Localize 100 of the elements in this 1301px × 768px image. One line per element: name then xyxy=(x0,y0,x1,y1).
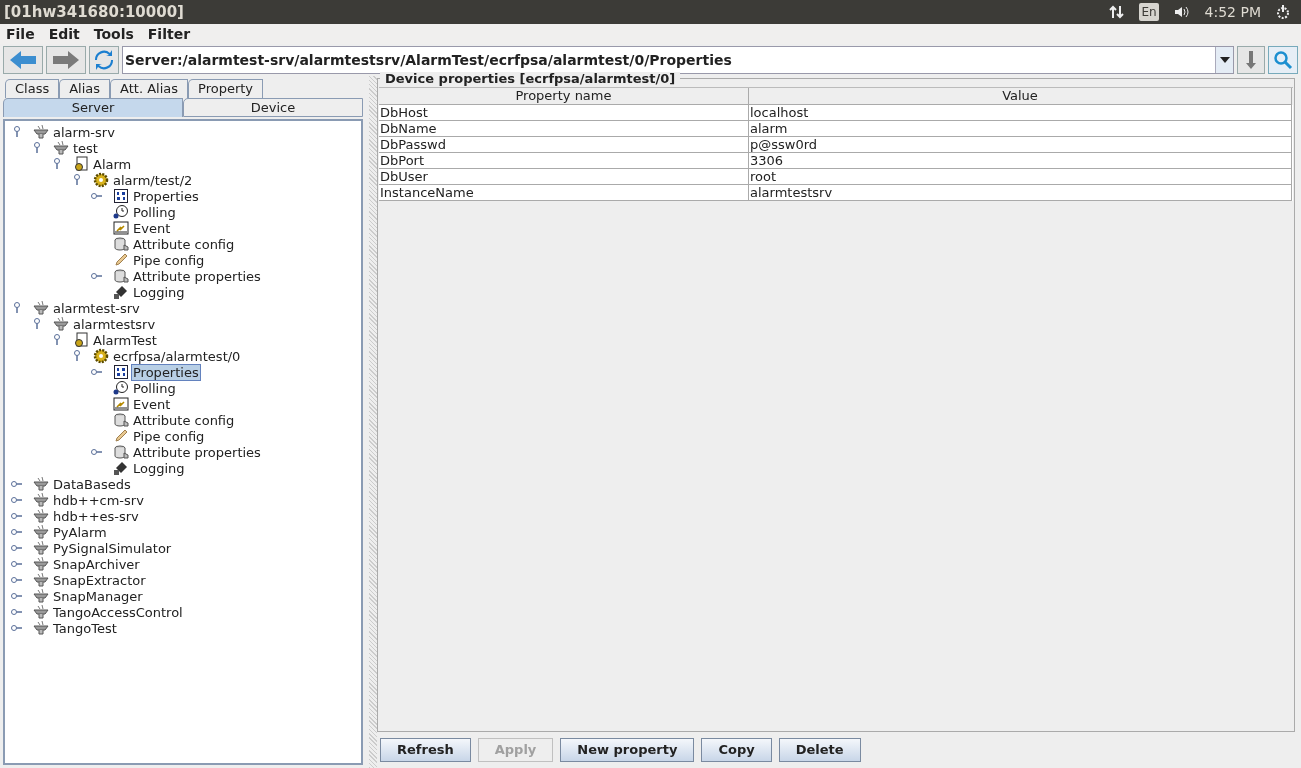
expanded-handle-icon[interactable] xyxy=(52,334,62,346)
expanded-handle-icon[interactable] xyxy=(12,302,22,314)
menu-item[interactable]: Filter xyxy=(147,23,191,45)
tree-item[interactable]: alarm/test/2 xyxy=(112,172,194,188)
server-icon xyxy=(33,540,49,556)
server-icon xyxy=(33,556,49,572)
collapsed-handle-icon[interactable] xyxy=(11,495,23,505)
collapsed-handle-icon[interactable] xyxy=(11,479,23,489)
expanded-handle-icon[interactable] xyxy=(12,126,22,138)
menu-item[interactable]: Edit xyxy=(48,23,80,45)
collapsed-handle-icon[interactable] xyxy=(91,367,103,377)
properties-icon xyxy=(113,364,129,380)
window-title: [01hw341680:10000] xyxy=(4,1,185,23)
tree-item[interactable]: SnapExtractor xyxy=(52,572,147,588)
server-icon xyxy=(53,140,69,156)
table-cell: alarmtestsrv xyxy=(749,185,1292,201)
tree-item[interactable]: DataBaseds xyxy=(52,476,132,492)
tree-item[interactable]: Attribute config xyxy=(132,236,236,252)
refresh-button[interactable] xyxy=(89,46,119,74)
document-gear-icon xyxy=(73,332,89,348)
expanded-handle-icon[interactable] xyxy=(32,318,42,330)
back-button[interactable] xyxy=(3,46,43,74)
action-button[interactable]: New property xyxy=(560,738,695,762)
action-button[interactable]: Delete xyxy=(778,738,861,762)
tree-item[interactable]: Polling xyxy=(132,380,177,396)
tree-item[interactable]: Alarm xyxy=(92,156,133,172)
tree-item[interactable]: Pipe config xyxy=(132,252,206,268)
power-icon[interactable] xyxy=(1275,4,1291,20)
keyboard-layout-indicator[interactable]: En xyxy=(1139,3,1159,21)
tab[interactable]: Class xyxy=(5,79,60,98)
action-button[interactable]: Copy xyxy=(701,738,772,762)
column-header[interactable]: Value xyxy=(749,88,1292,105)
tree-item[interactable]: AlarmTest xyxy=(92,332,158,348)
clock-time[interactable]: 4:52 PM xyxy=(1204,1,1261,23)
expanded-handle-icon[interactable] xyxy=(72,350,82,362)
right-arrow-icon xyxy=(51,50,81,70)
tree-item[interactable]: Pipe config xyxy=(132,428,206,444)
column-header[interactable]: Property name xyxy=(379,88,749,105)
tab[interactable]: Property xyxy=(188,79,264,98)
tree-item[interactable]: alarmtestsrv xyxy=(72,316,157,332)
collapsed-handle-icon[interactable] xyxy=(91,191,103,201)
tab[interactable]: Device xyxy=(183,98,363,117)
tree-item[interactable]: Event xyxy=(132,396,172,412)
tree-item[interactable]: Event xyxy=(132,220,172,236)
event-icon xyxy=(113,396,129,412)
clock-icon xyxy=(113,380,129,396)
tree-item[interactable]: Attribute properties xyxy=(132,444,262,460)
collapsed-handle-icon[interactable] xyxy=(11,511,23,521)
network-arrows-icon[interactable] xyxy=(1109,4,1126,20)
tab[interactable]: Alias xyxy=(59,79,111,98)
menu-item[interactable]: File xyxy=(6,23,35,45)
path-field[interactable]: Server:/alarmtest-srv/alarmtestsrv/AlarmTest/ecrfpsa/alarmtest/0/Properties xyxy=(122,46,1234,74)
collapsed-handle-icon[interactable] xyxy=(11,623,23,633)
document-gear-icon xyxy=(73,156,89,172)
expanded-handle-icon[interactable] xyxy=(52,158,62,170)
tree-item[interactable]: TangoAccessControl xyxy=(52,604,184,620)
collapsed-handle-icon[interactable] xyxy=(11,527,23,537)
database-icon xyxy=(113,236,129,252)
server-icon xyxy=(33,124,49,140)
expanded-handle-icon[interactable] xyxy=(72,174,82,186)
tab[interactable]: Att. Alias xyxy=(110,79,189,98)
tree-item[interactable]: SnapArchiver xyxy=(52,556,141,572)
search-button[interactable] xyxy=(1268,46,1298,74)
tree-item[interactable]: Logging xyxy=(132,460,186,476)
tree-item[interactable]: Attribute properties xyxy=(132,268,262,284)
expanded-handle-icon[interactable] xyxy=(32,142,42,154)
database-icon xyxy=(113,444,129,460)
tree-item[interactable]: test xyxy=(72,140,99,156)
forward-button[interactable] xyxy=(46,46,86,74)
tree-item[interactable]: alarm-srv xyxy=(52,124,116,140)
collapsed-handle-icon[interactable] xyxy=(91,447,103,457)
tree-item[interactable]: Polling xyxy=(132,204,177,220)
menu-item[interactable]: Tools xyxy=(93,23,134,45)
tree-item[interactable]: PyAlarm xyxy=(52,524,108,540)
tree-item[interactable]: alarmtest-srv xyxy=(52,300,141,316)
server-icon xyxy=(33,300,49,316)
tree-item[interactable]: hdb++es-srv xyxy=(52,508,140,524)
go-button[interactable] xyxy=(1237,46,1265,74)
database-icon xyxy=(113,412,129,428)
server-icon xyxy=(33,588,49,604)
tree-item[interactable]: hdb++cm-srv xyxy=(52,492,145,508)
speaker-icon[interactable] xyxy=(1172,4,1191,20)
database-icon xyxy=(113,268,129,284)
collapsed-handle-icon[interactable] xyxy=(11,575,23,585)
collapsed-handle-icon[interactable] xyxy=(11,591,23,601)
tree-item[interactable]: Properties xyxy=(132,188,200,204)
collapsed-handle-icon[interactable] xyxy=(11,543,23,553)
tab[interactable]: Server xyxy=(3,98,183,117)
tree-item[interactable]: Attribute config xyxy=(132,412,236,428)
dropdown-caret-icon[interactable] xyxy=(1219,57,1230,63)
tree-item[interactable]: PySignalSimulator xyxy=(52,540,173,556)
tree-item[interactable]: TangoTest xyxy=(52,620,118,636)
tree-item[interactable]: ecrfpsa/alarmtest/0 xyxy=(112,348,242,364)
collapsed-handle-icon[interactable] xyxy=(11,607,23,617)
collapsed-handle-icon[interactable] xyxy=(11,559,23,569)
collapsed-handle-icon[interactable] xyxy=(91,271,103,281)
action-button[interactable]: Refresh xyxy=(380,738,471,762)
tree-item[interactable]: Logging xyxy=(132,284,186,300)
tree-item[interactable]: Properties xyxy=(132,364,200,380)
tree-item[interactable]: SnapManager xyxy=(52,588,144,604)
